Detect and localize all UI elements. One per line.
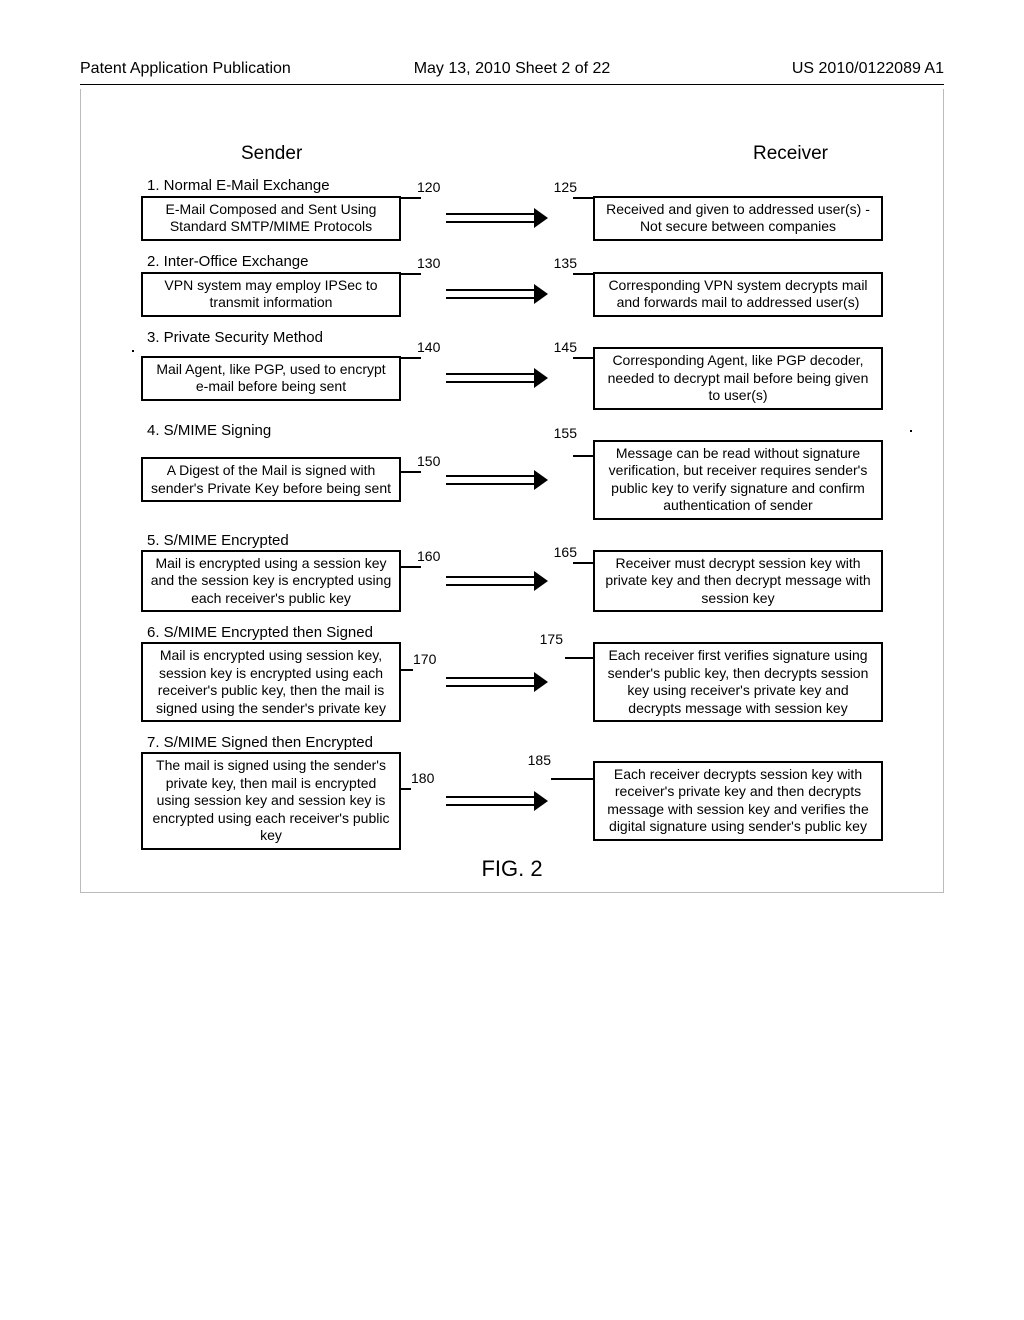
receiver-heading: Receiver xyxy=(753,143,828,165)
row-1-sender-box: E-Mail Composed and Sent Using Standard … xyxy=(141,196,401,241)
header-right: US 2010/0122089 A1 xyxy=(656,60,944,78)
row-7-sender-box: The mail is signed using the sender's pr… xyxy=(141,752,401,850)
row-5-title: 5. S/MIME Encrypted xyxy=(147,532,883,549)
figure-panel: Sender Receiver 1. Normal E-Mail Exchang… xyxy=(80,89,944,893)
row-1-receiver-ref: 125 xyxy=(554,179,577,195)
row-6-connector: 170 175 xyxy=(401,659,593,705)
arrow-icon xyxy=(401,208,593,228)
row-3: 3. Private Security Method Mail Agent, l… xyxy=(141,329,883,410)
row-6-sender-box: Mail is encrypted using session key, ses… xyxy=(141,642,401,722)
row-1: 1. Normal E-Mail Exchange E-Mail Compose… xyxy=(141,177,883,241)
row-7-receiver-ref: 185 xyxy=(528,752,551,768)
row-4-sender-box: A Digest of the Mail is signed with send… xyxy=(141,457,401,502)
row-2-title: 2. Inter-Office Exchange xyxy=(147,253,883,270)
row-6-title: 6. S/MIME Encrypted then Signed xyxy=(147,624,883,641)
arrow-icon xyxy=(401,571,593,591)
row-4-sender-ref: 150 xyxy=(417,453,440,469)
row-4-receiver-ref: 155 xyxy=(554,425,577,441)
lead-line-icon xyxy=(565,645,595,659)
row-6-receiver-box: Each receiver first verifies signature u… xyxy=(593,642,883,722)
header-left: Patent Application Publication xyxy=(80,60,368,78)
row-2-sender-ref: 130 xyxy=(417,255,440,271)
row-5-receiver-ref: 165 xyxy=(554,544,577,560)
row-7-connector: 180 185 xyxy=(401,778,593,824)
arrow-icon xyxy=(401,470,593,490)
row-1-receiver-box: Received and given to addressed user(s) … xyxy=(593,196,883,241)
row-4-connector: 150 155 xyxy=(401,457,593,503)
figure-caption: FIG. 2 xyxy=(141,856,883,882)
row-3-receiver-ref: 145 xyxy=(554,339,577,355)
lead-line-icon xyxy=(551,766,595,780)
row-5-connector: 160 165 xyxy=(401,558,593,604)
arrow-icon xyxy=(401,791,593,811)
row-2-connector: 130 135 xyxy=(401,271,593,317)
row-2-receiver-box: Corresponding VPN system decrypts mail a… xyxy=(593,272,883,317)
row-7-receiver-box: Each receiver decrypts session key with … xyxy=(593,761,883,841)
column-headers: Sender Receiver xyxy=(241,143,828,165)
speck-icon xyxy=(910,430,912,432)
patent-page: Patent Application Publication May 13, 2… xyxy=(0,0,1024,1320)
row-1-sender-ref: 120 xyxy=(417,179,440,195)
row-1-connector: 120 125 xyxy=(401,195,593,241)
row-4: 4. S/MIME Signing A Digest of the Mail i… xyxy=(141,422,883,520)
row-3-title: 3. Private Security Method xyxy=(147,329,883,346)
sender-heading: Sender xyxy=(241,143,302,165)
row-7: 7. S/MIME Signed then Encrypted The mail… xyxy=(141,734,883,850)
header-mid: May 13, 2010 Sheet 2 of 22 xyxy=(368,60,656,78)
row-5-sender-ref: 160 xyxy=(417,548,440,564)
row-1-title: 1. Normal E-Mail Exchange xyxy=(147,177,883,194)
row-5: 5. S/MIME Encrypted Mail is encrypted us… xyxy=(141,532,883,613)
row-4-title: 4. S/MIME Signing xyxy=(147,422,883,439)
row-7-sender-ref: 180 xyxy=(411,770,434,786)
row-6-sender-ref: 170 xyxy=(413,651,436,667)
row-3-sender-ref: 140 xyxy=(417,339,440,355)
page-header: Patent Application Publication May 13, 2… xyxy=(80,60,944,85)
row-3-receiver-box: Corresponding Agent, like PGP decoder, n… xyxy=(593,347,883,410)
row-2-sender-box: VPN system may employ IPSec to transmit … xyxy=(141,272,401,317)
row-6: 6. S/MIME Encrypted then Signed Mail is … xyxy=(141,624,883,722)
arrow-icon xyxy=(401,672,593,692)
row-2-receiver-ref: 135 xyxy=(554,255,577,271)
row-7-title: 7. S/MIME Signed then Encrypted xyxy=(147,734,883,751)
row-3-sender-box: Mail Agent, like PGP, used to encrypt e-… xyxy=(141,356,401,401)
arrow-icon xyxy=(401,368,593,388)
row-4-receiver-box: Message can be read without signature ve… xyxy=(593,440,883,520)
row-6-receiver-ref: 175 xyxy=(540,631,563,647)
row-2: 2. Inter-Office Exchange VPN system may … xyxy=(141,253,883,317)
row-3-connector: 140 145 xyxy=(401,355,593,401)
row-5-receiver-box: Receiver must decrypt session key with p… xyxy=(593,550,883,613)
row-5-sender-box: Mail is encrypted using a session key an… xyxy=(141,550,401,613)
speck-icon xyxy=(132,350,134,352)
arrow-icon xyxy=(401,284,593,304)
lead-line-icon xyxy=(573,443,595,457)
